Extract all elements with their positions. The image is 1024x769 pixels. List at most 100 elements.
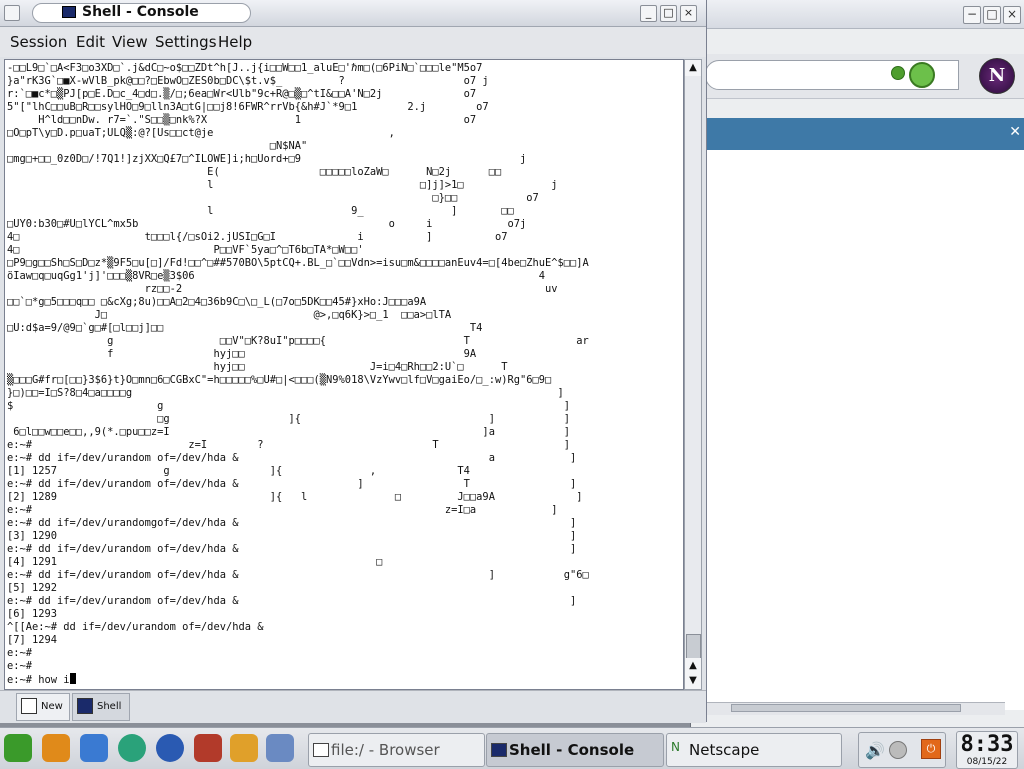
new-session-button[interactable]: New: [16, 693, 70, 721]
terminal-line: [3] 1290 ]: [7, 530, 577, 542]
maximize-button[interactable]: □: [983, 6, 1001, 24]
terminal-line: e:~# dd if=/dev/urandom of=/dev/hda & a …: [7, 452, 577, 464]
new-document-icon: [21, 698, 37, 714]
terminal-line: e:~# dd if=/dev/urandom of=/dev/hda & ]: [7, 543, 577, 555]
terminal-line: 4□ P□□VF`5ya□^□T6b□TA*□W□□': [7, 244, 364, 256]
scroll-up-icon[interactable]: ▲: [685, 60, 701, 76]
terminal-area[interactable]: -□□L9□`□A<F3□o3XD□`.j&dC□~o$□□ZDt^h[J..j…: [4, 59, 684, 690]
terminal-line: ▒□□□G#fr□[□□}3$6}t}O□mn□6□CGBxC"=h□□□□□%…: [7, 374, 552, 386]
scroll-thumb[interactable]: [686, 634, 701, 660]
terminal-line: □mg□+□□_0z0D□/!7Q1!]zjXX□Q£7□^ILOWE]i;h□…: [7, 153, 527, 165]
k-menu-icon[interactable]: [4, 734, 32, 762]
terminal-line: □U:d$a=9/@9□`g□#[□l□□j]□□ T4: [7, 322, 483, 334]
netscape-logo: N: [979, 58, 1015, 94]
taskbar: file:/ - Browser Shell - Console N Netsc…: [0, 727, 1024, 769]
terminal-line: 5"["lhC□□uB□R□□sylHO□9□lln3A□tG|□□j8!6FW…: [7, 101, 489, 113]
power-icon[interactable]: ⏻: [921, 739, 941, 759]
close-button[interactable]: ×: [680, 5, 697, 22]
terminal-line: hyj□□ J=i□4□Rh□□2:U`□ T: [213, 361, 508, 373]
terminal-line: l 9_ ] □□: [207, 205, 514, 217]
terminal-line: rz□□-2 uv: [144, 283, 558, 295]
system-tray: 🔊 ⏻: [858, 732, 946, 768]
browser-content: [691, 150, 1024, 710]
clock-time: 8:33: [960, 732, 1014, 757]
terminal-icon: [62, 6, 76, 18]
terminal-line: g □□V"□K?8uI"p□□□□{ T ar: [107, 335, 589, 347]
console-titlebar[interactable]: Shell - Console _ □ ×: [0, 0, 706, 27]
terminal-line: }a"rK3G`□■X-wVlB_pk@□□?□EbwO□ZES0b□DC\$t…: [7, 75, 489, 87]
task-console[interactable]: Shell - Console: [486, 733, 664, 767]
terminal-line: -□□L9□`□A<F3□o3XD□`.j&dC□~o$□□ZDt^h[J..j…: [7, 62, 483, 74]
netscape-icon: N: [671, 740, 680, 754]
menu-session[interactable]: Session: [10, 33, 67, 51]
terminal-line: □g ]{ ] ]: [157, 413, 571, 425]
terminal-line: [1] 1257 g ]{ , T4: [7, 465, 470, 477]
task-browser[interactable]: file:/ - Browser: [308, 733, 485, 767]
task-netscape[interactable]: N Netscape: [666, 733, 842, 767]
minimize-button[interactable]: −: [963, 6, 981, 24]
terminal-line: l □]j]>1□ j: [207, 179, 558, 191]
network-icon[interactable]: [889, 741, 907, 759]
scroll-thumb[interactable]: [731, 704, 961, 712]
terminal-line: [5] 1292: [7, 582, 58, 594]
terminal-line: $ g ]: [7, 400, 571, 412]
terminal-icon: [491, 743, 507, 757]
close-icon[interactable]: ✕: [1009, 124, 1021, 140]
runner-icon[interactable]: [118, 734, 146, 762]
volume-icon[interactable]: 🔊: [865, 741, 885, 760]
terminal-output: -□□L9□`□A<F3□o3XD□`.j&dC□~o$□□ZDt^h[J..j…: [7, 62, 589, 687]
terminal-line: E( □□□□□loZaW□ N□2j □□: [207, 166, 502, 178]
text-cursor: [69, 673, 76, 684]
search-icon[interactable]: [909, 62, 935, 88]
terminal-line: ^[[Ae:~# dd if=/dev/urandom of=/dev/hda …: [7, 621, 264, 633]
terminal-line: [6] 1293: [7, 608, 58, 620]
terminal-line: 6□l□□w□□e□□,,9(*.□pu□□z=I ]a ]: [13, 426, 571, 438]
globe-icon[interactable]: [156, 734, 184, 762]
netscape-window: − □ × N ✕: [690, 0, 1024, 727]
terminal-line: □P9□g□□Sh□S□D□z*▒9F5□u[□]/Fd!□□^□##570BO…: [7, 257, 589, 269]
minimize-button[interactable]: _: [640, 5, 657, 22]
terminal-line: J□ @>,□q6K}>□_1 □□a>□lTA: [94, 309, 452, 321]
menu-view[interactable]: View: [112, 33, 148, 51]
console-window: Shell - Console _ □ × Session Edit View …: [0, 0, 707, 723]
terminal-line: [4] 1291 □: [7, 556, 383, 568]
window-menu-button[interactable]: [4, 5, 20, 21]
terminal-line: e:~# dd if=/dev/urandomgof=/dev/hda & ]: [7, 517, 577, 529]
terminal-line: □UY0:b30□#U□lYCL^mx5b o i o7j: [7, 218, 527, 230]
terminal-line: 4□ t□□□l{/□sOi2.jUSI□G□I i ] o7: [7, 231, 508, 243]
terminal-line: r:`□■c*□▒PJ[p□E.D□c_4□d□.▒/□;6ea□Wr<Ulb"…: [7, 88, 477, 100]
menu-edit[interactable]: Edit: [76, 33, 105, 51]
menu-settings[interactable]: Settings: [155, 33, 217, 51]
terminal-icon: [77, 698, 93, 714]
terminal-line: e:~# z=I ? T ]: [7, 439, 571, 451]
package-icon[interactable]: [80, 734, 108, 762]
terminal-line: □□`□*g□5□□□q□□ □&cXg;8u)□□A□2□4□36b9C□\□…: [7, 296, 427, 308]
close-button[interactable]: ×: [1003, 6, 1021, 24]
tools-icon[interactable]: [230, 734, 258, 762]
netscape-titlebar[interactable]: − □ ×: [691, 0, 1024, 29]
go-icon[interactable]: [891, 66, 905, 80]
session-tabbar: New Shell: [0, 690, 706, 723]
lifebuoy-icon[interactable]: [42, 734, 70, 762]
vertical-scrollbar[interactable]: ▲ ▲ ▼: [684, 59, 702, 690]
sidebar-header: ✕: [691, 118, 1024, 150]
terminal-line: H^ld□□nDw. r7=`."S□□▒□nk%?X 1 o7: [38, 114, 477, 126]
terminal-line: □}□□ o7: [432, 192, 539, 204]
terminal-line: e:~#: [7, 660, 33, 672]
menu-bar: Session Edit View Settings Help: [0, 27, 706, 57]
clock[interactable]: 8:33 08/15/22: [956, 731, 1018, 769]
folder-icon: [313, 743, 329, 757]
toolbox-icon[interactable]: [194, 734, 222, 762]
terminal-line: e:~# z=I□a ]: [7, 504, 558, 516]
terminal-line: □N$NA": [269, 140, 308, 152]
terminal-line: e:~#: [7, 647, 33, 659]
terminal-line: [2] 1289 ]{ l □ J□□a9A ]: [7, 491, 583, 503]
editor-icon[interactable]: [266, 734, 294, 762]
tab-shell[interactable]: Shell: [72, 693, 130, 721]
maximize-button[interactable]: □: [660, 5, 677, 22]
scroll-up-icon[interactable]: ▲: [685, 658, 701, 674]
terminal-line: f hyj□□ 9A: [107, 348, 477, 360]
window-title: Shell - Console: [82, 4, 199, 20]
menu-help[interactable]: Help: [218, 33, 252, 51]
scroll-down-icon[interactable]: ▼: [685, 673, 701, 689]
